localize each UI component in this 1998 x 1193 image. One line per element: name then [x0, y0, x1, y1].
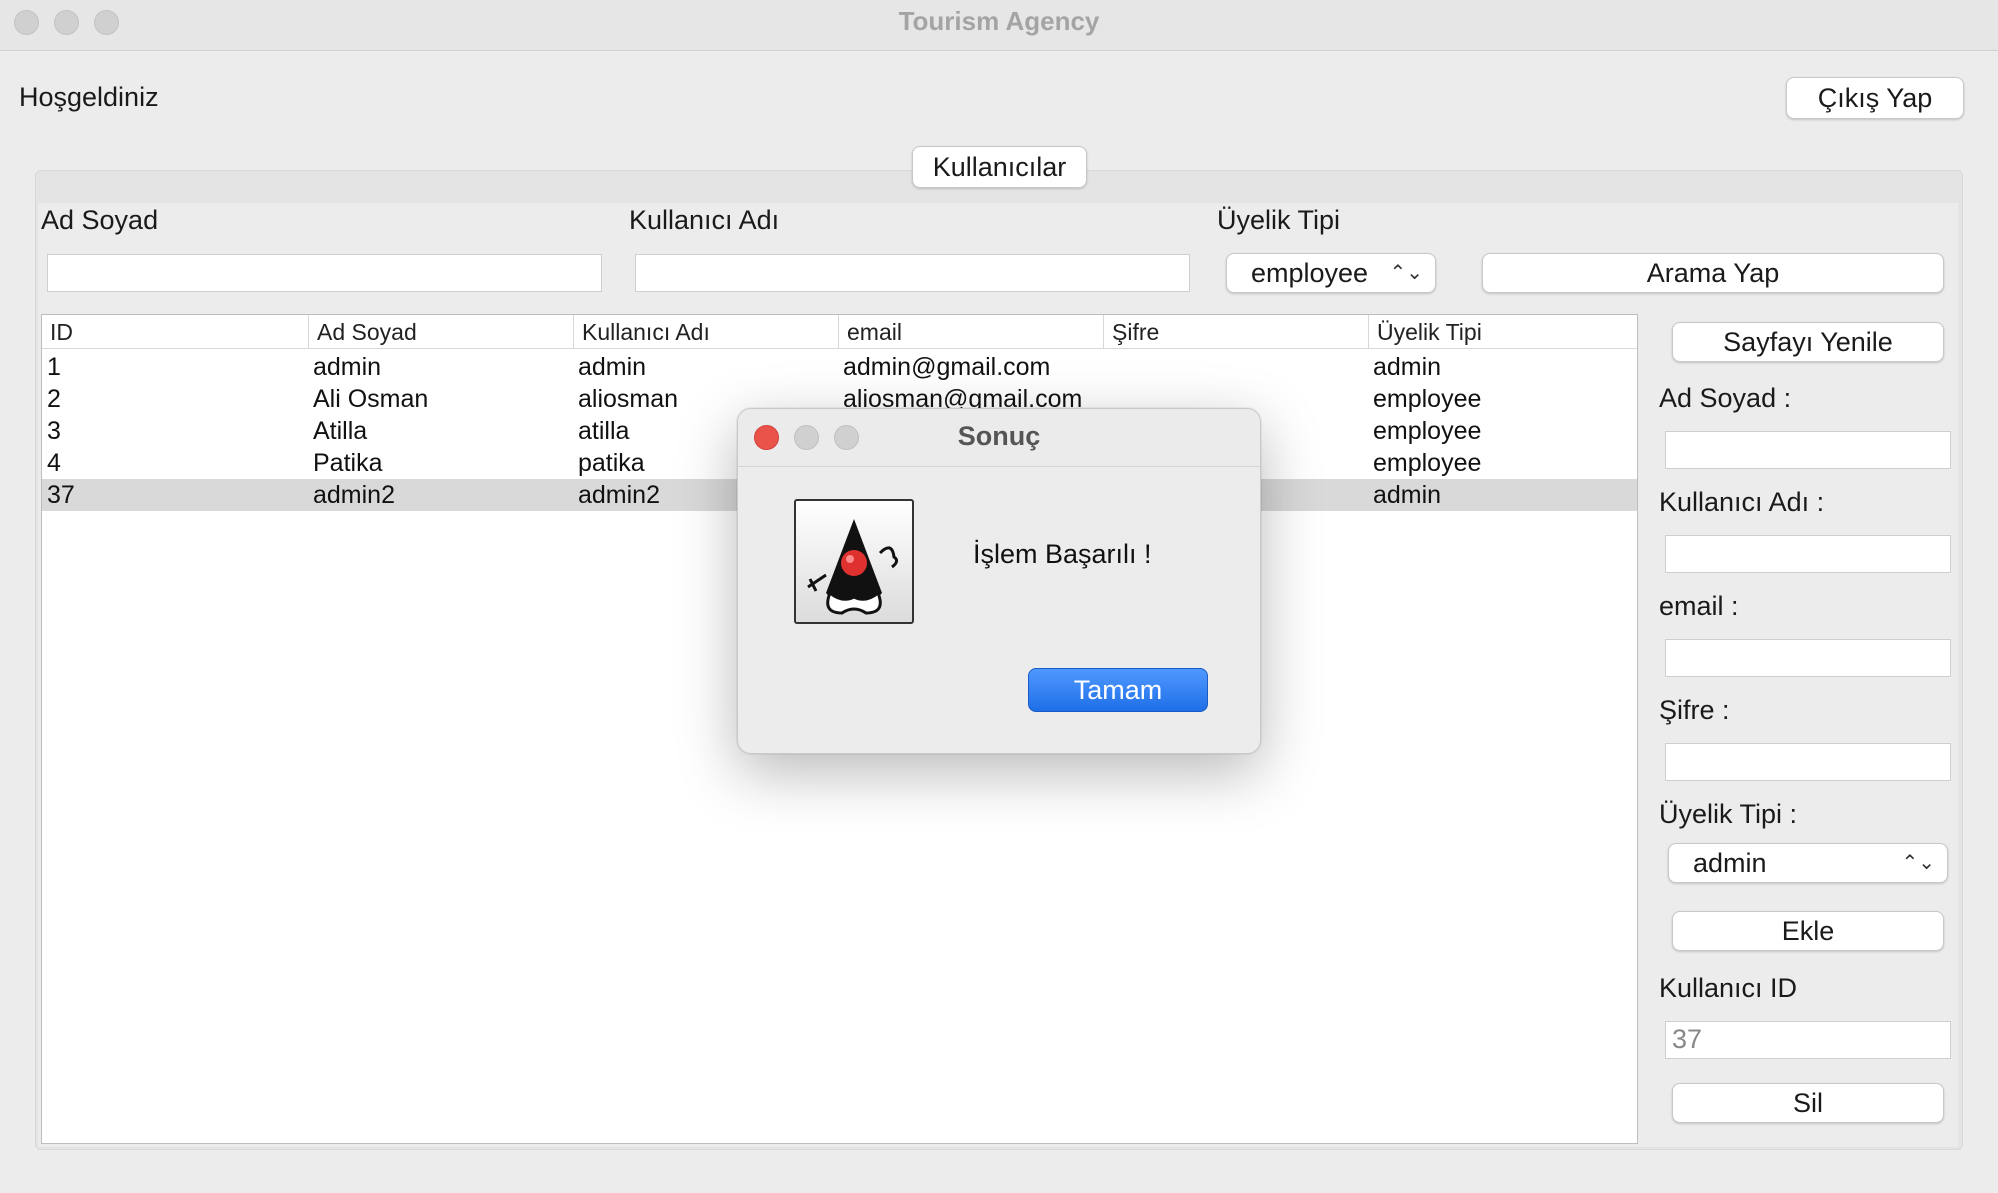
- form-type-select[interactable]: admin ⌃⌄: [1668, 843, 1948, 883]
- form-type-value: admin: [1693, 848, 1767, 878]
- cell-password: [1103, 351, 1108, 383]
- dialog-title-bar: Sonuç: [738, 409, 1260, 467]
- refresh-button[interactable]: Sayfayı Yenile: [1672, 322, 1944, 362]
- dialog-title: Sonuç: [957, 421, 1041, 451]
- form-type-label: Üyelik Tipi :: [1659, 799, 1798, 829]
- search-name-input[interactable]: [47, 254, 602, 292]
- search-name-label: Ad Soyad: [41, 205, 159, 235]
- search-type-select[interactable]: employee ⌃⌄: [1226, 253, 1436, 293]
- form-password-input[interactable]: [1665, 743, 1951, 781]
- search-type-value: employee: [1251, 258, 1369, 288]
- dialog-message: İşlem Başarılı !: [973, 539, 1152, 569]
- cell-id: 3: [47, 417, 61, 445]
- form-username-input[interactable]: [1665, 535, 1951, 573]
- logout-button[interactable]: Çıkış Yap: [1786, 77, 1964, 119]
- search-button[interactable]: Arama Yap: [1482, 253, 1944, 293]
- cell-id: 37: [47, 481, 75, 509]
- form-email-input[interactable]: [1665, 639, 1951, 677]
- column-header-id[interactable]: ID: [42, 315, 308, 349]
- tab-users[interactable]: Kullanıcılar: [912, 146, 1087, 188]
- form-name-input[interactable]: [1665, 431, 1951, 469]
- column-header-email[interactable]: email: [838, 315, 1103, 349]
- cell-name: admin2: [313, 481, 395, 509]
- user-id-label: Kullanıcı ID: [1659, 973, 1798, 1003]
- column-header-name[interactable]: Ad Soyad: [308, 315, 573, 349]
- cell-type: employee: [1373, 417, 1482, 445]
- cell-username: patika: [578, 449, 645, 477]
- cell-type: employee: [1373, 385, 1482, 413]
- main-window: Tourism Agency Hoşgeldiniz Çıkış Yap Kul…: [0, 0, 1998, 1193]
- form-name-label: Ad Soyad :: [1659, 383, 1792, 413]
- form-username-label: Kullanıcı Adı :: [1659, 487, 1825, 517]
- cell-type: admin: [1373, 481, 1442, 509]
- result-dialog: Sonuç İşlem Başarılı ! Tamam: [737, 408, 1261, 754]
- cell-username: admin: [578, 353, 647, 381]
- ok-button[interactable]: Tamam: [1028, 668, 1208, 712]
- search-username-label: Kullanıcı Adı: [629, 205, 780, 235]
- search-username-input[interactable]: [635, 254, 1190, 292]
- chevron-updown-icon: ⌃⌄: [1389, 262, 1423, 284]
- add-button[interactable]: Ekle: [1672, 911, 1944, 951]
- column-header-password[interactable]: Şifre: [1103, 315, 1368, 349]
- delete-button[interactable]: Sil: [1672, 1083, 1944, 1123]
- cell-name: admin: [313, 353, 382, 381]
- cell-name: Ali Osman: [313, 385, 429, 413]
- cell-name: Atilla: [313, 417, 368, 445]
- cell-type: employee: [1373, 449, 1482, 477]
- user-id-input[interactable]: 37: [1665, 1021, 1951, 1059]
- window-title: Tourism Agency: [898, 6, 1100, 36]
- cell-id: 1: [47, 353, 61, 381]
- cell-username: aliosman: [578, 385, 679, 413]
- search-type-label: Üyelik Tipi: [1217, 205, 1341, 235]
- chevron-updown-icon: ⌃⌄: [1901, 852, 1935, 874]
- form-password-label: Şifre :: [1659, 695, 1730, 725]
- cell-email: admin@gmail.com: [843, 353, 1051, 381]
- table-row[interactable]: 1 admin admin admin@gmail.com admin: [42, 351, 1637, 383]
- column-header-type[interactable]: Üyelik Tipi: [1368, 315, 1634, 349]
- cell-username: admin2: [578, 481, 660, 509]
- table-header: ID Ad Soyad Kullanıcı Adı email Şifre Üy…: [42, 315, 1637, 349]
- title-bar: Tourism Agency: [0, 0, 1998, 51]
- java-duke-icon: [794, 499, 914, 624]
- cell-id: 4: [47, 449, 61, 477]
- form-email-label: email :: [1659, 591, 1739, 621]
- cell-id: 2: [47, 385, 61, 413]
- cell-username: atilla: [578, 417, 630, 445]
- column-header-username[interactable]: Kullanıcı Adı: [573, 315, 838, 349]
- welcome-text: Hoşgeldiniz: [19, 82, 159, 112]
- cell-type: admin: [1373, 353, 1442, 381]
- cell-name: Patika: [313, 449, 383, 477]
